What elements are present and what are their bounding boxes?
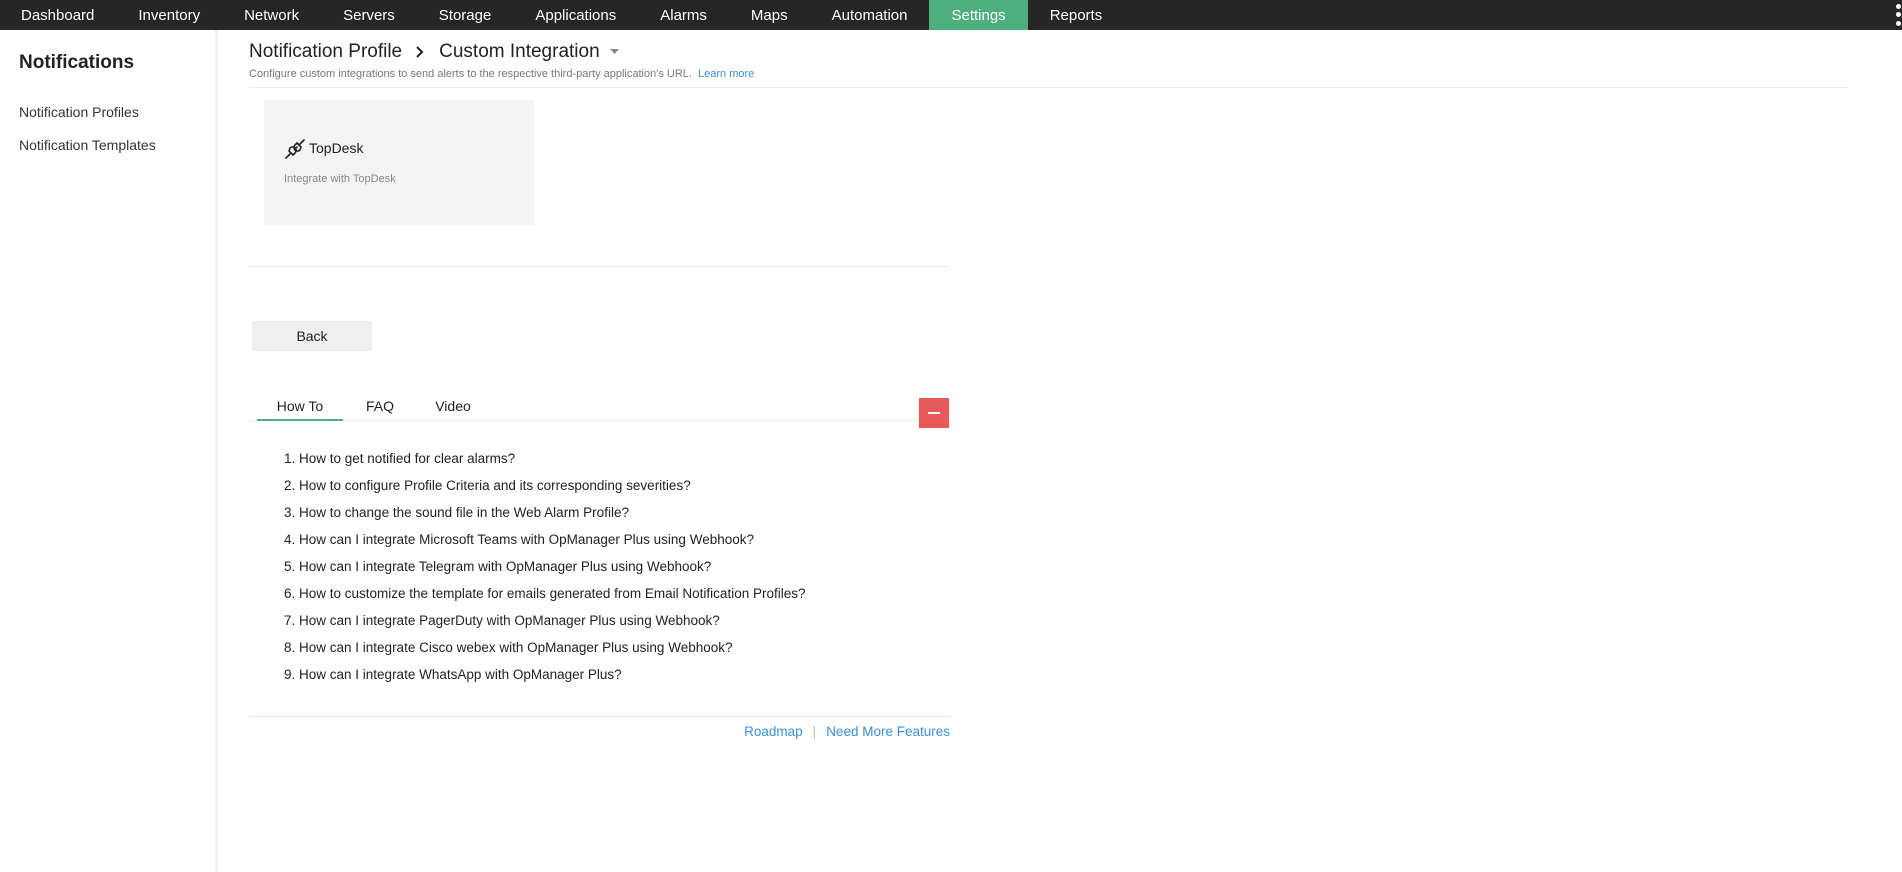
nav-settings[interactable]: Settings — [929, 0, 1028, 30]
nav-alarms[interactable]: Alarms — [638, 0, 729, 30]
top-navigation: Dashboard Inventory Network Servers Stor… — [0, 0, 1902, 30]
how-to-link[interactable]: How to get notified for clear alarms? — [299, 451, 515, 466]
link-divider: | — [812, 724, 817, 739]
divider — [249, 716, 950, 717]
how-to-link[interactable]: How can I integrate Telegram with OpMana… — [299, 559, 711, 574]
page-description: Configure custom integrations to send al… — [249, 68, 754, 80]
list-item[interactable]: 5. How can I integrate Telegram with OpM… — [284, 553, 805, 580]
breadcrumb-current[interactable]: Custom Integration — [439, 41, 600, 63]
nav-automation[interactable]: Automation — [810, 0, 930, 30]
how-to-link[interactable]: How can I integrate WhatsApp with OpMana… — [299, 667, 622, 682]
sidebar-title: Notifications — [19, 52, 135, 73]
nav-applications[interactable]: Applications — [513, 0, 638, 30]
tab-faq[interactable]: FAQ — [350, 395, 410, 421]
need-more-features-link[interactable]: Need More Features — [826, 724, 950, 739]
how-to-link[interactable]: How to change the sound file in the Web … — [299, 505, 629, 520]
page-description-text: Configure custom integrations to send al… — [249, 68, 692, 80]
nav-dashboard[interactable]: Dashboard — [0, 0, 116, 30]
list-item[interactable]: 3. How to change the sound file in the W… — [284, 499, 805, 526]
list-item[interactable]: 7. How can I integrate PagerDuty with Op… — [284, 607, 805, 634]
integration-card-title: TopDesk — [309, 140, 364, 156]
plug-icon — [284, 138, 306, 165]
sidebar-item-notification-profiles[interactable]: Notification Profiles — [19, 104, 139, 120]
tab-video[interactable]: Video — [420, 395, 486, 421]
how-to-link[interactable]: How to configure Profile Criteria and it… — [299, 478, 691, 493]
how-to-link[interactable]: How can I integrate Cisco webex with OpM… — [299, 640, 732, 655]
more-options-icon[interactable] — [1894, 2, 1902, 28]
main-content: Notification Profile Custom Integration … — [218, 30, 1902, 872]
collapse-help-button[interactable] — [919, 398, 949, 428]
nav-storage[interactable]: Storage — [417, 0, 514, 30]
nav-reports[interactable]: Reports — [1028, 0, 1125, 30]
nav-maps[interactable]: Maps — [729, 0, 810, 30]
learn-more-link[interactable]: Learn more — [698, 68, 754, 80]
list-item[interactable]: 6. How to customize the template for ema… — [284, 580, 805, 607]
caret-down-icon[interactable] — [609, 49, 619, 55]
divider — [249, 266, 950, 267]
nav-inventory[interactable]: Inventory — [116, 0, 222, 30]
how-to-link[interactable]: How can I integrate PagerDuty with OpMan… — [299, 613, 720, 628]
roadmap-link[interactable]: Roadmap — [744, 724, 803, 739]
integration-card-topdesk[interactable]: TopDesk Integrate with TopDesk — [264, 100, 534, 225]
integration-card-description: Integrate with TopDesk — [284, 173, 396, 185]
list-item[interactable]: 2. How to configure Profile Criteria and… — [284, 472, 805, 499]
list-item[interactable]: 9. How can I integrate WhatsApp with OpM… — [284, 661, 805, 688]
chevron-right-icon — [415, 46, 424, 58]
breadcrumb-parent[interactable]: Notification Profile — [249, 41, 402, 63]
back-button[interactable]: Back — [252, 321, 372, 351]
list-item[interactable]: 8. How can I integrate Cisco webex with … — [284, 634, 805, 661]
divider — [249, 87, 1849, 88]
nav-servers[interactable]: Servers — [321, 0, 417, 30]
tab-how-to[interactable]: How To — [257, 395, 343, 421]
sidebar-item-notification-templates[interactable]: Notification Templates — [19, 137, 156, 153]
how-to-link[interactable]: How to customize the template for emails… — [299, 586, 805, 601]
how-to-list: 1. How to get notified for clear alarms?… — [284, 445, 805, 688]
breadcrumb: Notification Profile Custom Integration — [249, 41, 619, 63]
minus-icon — [928, 412, 940, 414]
footer-links: Roadmap | Need More Features — [743, 724, 950, 739]
how-to-link[interactable]: How can I integrate Microsoft Teams with… — [299, 532, 754, 547]
list-item[interactable]: 1. How to get notified for clear alarms? — [284, 445, 805, 472]
help-tabs: How To FAQ Video — [249, 395, 950, 421]
nav-network[interactable]: Network — [222, 0, 321, 30]
sidebar: Notifications Notification Profiles Noti… — [0, 30, 218, 872]
list-item[interactable]: 4. How can I integrate Microsoft Teams w… — [284, 526, 805, 553]
